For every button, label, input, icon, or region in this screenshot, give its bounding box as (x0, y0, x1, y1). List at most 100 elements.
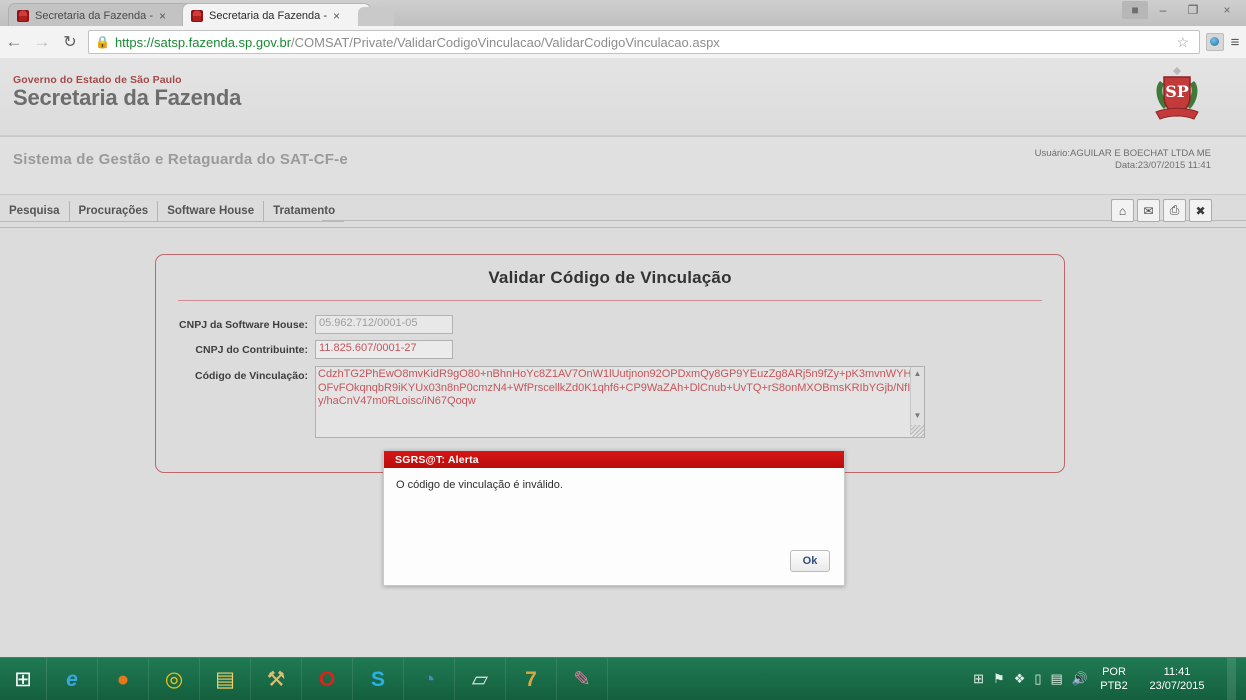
system-bar: Sistema de Gestão e Retaguarda do SAT-CF… (0, 136, 1246, 195)
taskbar-item-skype[interactable]: S (353, 658, 404, 700)
scroll-up-icon[interactable]: ▲ (911, 367, 924, 379)
user-info: Usuário:AGUILAR E BOECHAT LTDA ME Data:2… (1035, 148, 1211, 172)
forward-icon[interactable]: → (28, 32, 56, 52)
browser-tab-1-title: Secretaria da Fazenda - G (35, 9, 153, 22)
notepad-icon: ▱ (471, 667, 489, 691)
menu-item-procuracoes[interactable]: Procurações (70, 201, 159, 221)
sp-coat-of-arms-icon: SP (1148, 63, 1206, 129)
mail-icon[interactable]: ✉ (1137, 199, 1160, 222)
browser-toolbar: ← → ↻ 🔒 https://satsp.fazenda.sp.gov.br /… (0, 26, 1246, 59)
system-tray: ⊞ ⚑ ❖ ▯ ▤ 🔊 POR PTB2 11:41 23/07/2015 (973, 658, 1246, 700)
network-icon[interactable]: ▤ (1051, 671, 1063, 687)
user-profile-icon[interactable]: ■ (1122, 1, 1148, 19)
field-row-codigo: Código de Vinculação: CdzhTG2PhEwO8mvKid… (156, 366, 1064, 438)
sevenzip-icon: 7 (525, 667, 537, 691)
navigation-menu-bar: Pesquisa Procurações Software House Trat… (0, 195, 1246, 228)
browser-tab-2-title: Secretaria da Fazenda - G (209, 9, 327, 22)
taskbar-item-chrome[interactable]: ◎ (149, 658, 200, 700)
firefox-icon: ● (116, 667, 130, 691)
home-icon[interactable]: ⌂ (1111, 199, 1134, 222)
sp-crest-favicon (17, 9, 29, 22)
bookmark-star-icon[interactable]: ☆ (1176, 34, 1189, 51)
taskbar-item-tools[interactable]: ⚒ (251, 658, 302, 700)
codigo-textarea[interactable]: CdzhTG2PhEwO8mvKidR9gO80+nBhnHoYc8Z1AV7O… (315, 366, 925, 438)
taskbar-item-sevenzip[interactable]: 7 (506, 658, 557, 700)
language-bottom: PTB2 (1100, 680, 1128, 692)
close-icon[interactable]: ✖ (1189, 199, 1212, 222)
date-line: Data:23/07/2015 11:41 (1115, 160, 1211, 171)
url-path: /COMSAT/Private/ValidarCodigoVinculacao/… (291, 34, 720, 50)
clock[interactable]: 11:41 23/07/2015 (1140, 665, 1214, 693)
skype-icon: S (370, 667, 385, 691)
window-close-button[interactable]: × (1208, 0, 1246, 20)
browser-tab-strip: Secretaria da Fazenda - G × Secretaria d… (0, 0, 1246, 27)
print-icon[interactable]: ⎙ (1163, 199, 1186, 222)
taskbar-item-thunderbird[interactable]: ◔ (404, 658, 455, 700)
browser-tab-1-close-icon[interactable]: × (159, 10, 166, 22)
codigo-label: Código de Vinculação: (195, 370, 308, 382)
user-name-line: Usuário:AGUILAR E BOECHAT LTDA ME (1034, 148, 1211, 159)
navigation-menu: Pesquisa Procurações Software House Trat… (0, 201, 345, 222)
page-tool-icons: ⌂ ✉ ⎙ ✖ (1111, 199, 1212, 222)
contribuinte-input[interactable]: 11.825.607/0001-27 (315, 340, 453, 359)
thunderbird-icon: ◔ (422, 667, 436, 691)
reload-icon[interactable]: ↻ (56, 32, 84, 52)
taskbar-item-internet-explorer[interactable]: e (47, 658, 98, 700)
taskbar-item-file-explorer[interactable]: ▤ (200, 658, 251, 700)
menu-item-pesquisa[interactable]: Pesquisa (0, 201, 70, 221)
opera-icon: O (318, 667, 336, 691)
taskbar-item-paint[interactable]: ✎ (557, 658, 608, 700)
new-tab-button[interactable] (358, 7, 394, 26)
field-row-software-house: CNPJ da Software House: 05.962.712/0001-… (156, 315, 1064, 334)
internet-explorer-icon: e (66, 667, 78, 691)
extension-icon[interactable] (1206, 33, 1224, 51)
menu-item-tratamento[interactable]: Tratamento (264, 201, 344, 221)
browser-tab-2[interactable]: Secretaria da Fazenda - G × (182, 3, 371, 27)
address-bar[interactable]: 🔒 https://satsp.fazenda.sp.gov.br/COMSAT… (88, 30, 1200, 54)
field-row-contribuinte: CNPJ do Contribuinte: 11.825.607/0001-27 (156, 340, 1064, 359)
restore-button[interactable]: ❐ (1178, 0, 1208, 20)
menu-bar-filler (322, 220, 1246, 221)
web-page: Governo do Estado de São Paulo Secretari… (0, 58, 1246, 658)
chrome-menu-icon[interactable]: ≡ (1224, 34, 1246, 51)
alert-dialog: SGRS@T: Alerta O código de vinculação é … (383, 450, 845, 586)
codigo-textarea-wrapper: CdzhTG2PhEwO8mvKidR9gO80+nBhnHoYc8Z1AV7O… (315, 366, 925, 438)
windows-logo-icon: ⊞ (14, 667, 32, 691)
action-center-icon[interactable]: ⊞ (973, 671, 984, 687)
file-explorer-icon: ▤ (215, 667, 235, 691)
flag-icon[interactable]: ⚑ (993, 671, 1005, 687)
show-desktop-button[interactable] (1227, 658, 1236, 700)
software-house-label: CNPJ da Software House: (179, 319, 308, 331)
windows-taskbar: ⊞ e ● ◎ ▤ ⚒ O S ◔ ▱ 7 ✎ ⊞ ⚑ ❖ ▯ ▤ 🔊 POR … (0, 657, 1246, 700)
taskbar-item-firefox[interactable]: ● (98, 658, 149, 700)
browser-tab-1[interactable]: Secretaria da Fazenda - G × (8, 3, 193, 27)
browser-tab-2-close-icon[interactable]: × (333, 10, 340, 22)
clock-time: 11:41 (1163, 666, 1191, 678)
textarea-resize-grip[interactable] (911, 425, 924, 438)
start-button[interactable]: ⊞ (0, 658, 47, 700)
organization-title: Secretaria da Fazenda (13, 85, 242, 110)
alert-ok-button[interactable]: Ok (790, 550, 830, 572)
menu-item-software-house-label: Software House (167, 205, 255, 217)
alert-dialog-message: O código de vinculação é inválido. (396, 479, 563, 491)
minimize-button[interactable]: – (1148, 0, 1178, 20)
title-divider (178, 300, 1042, 301)
contribuinte-label: CNPJ do Contribuinte: (195, 344, 308, 356)
menu-item-software-house[interactable]: Software House (158, 201, 265, 221)
alert-dialog-title-bar: SGRS@T: Alerta (384, 451, 844, 468)
language-indicator[interactable]: POR PTB2 (1097, 665, 1131, 693)
battery-icon[interactable]: ▯ (1034, 671, 1041, 687)
clock-date: 23/07/2015 (1149, 680, 1205, 692)
back-icon[interactable]: ← (0, 32, 28, 52)
lock-icon: 🔒 (95, 35, 110, 49)
taskbar-item-notepad[interactable]: ▱ (455, 658, 506, 700)
antivirus-icon[interactable]: ❖ (1014, 671, 1026, 687)
sp-crest-favicon (191, 9, 203, 22)
page-title: Validar Código de Vinculação (488, 268, 732, 287)
menu-item-procuracoes-label: Procurações (78, 205, 149, 217)
language-top: POR (1102, 666, 1126, 678)
taskbar-item-opera[interactable]: O (302, 658, 353, 700)
volume-icon[interactable]: 🔊 (1072, 671, 1088, 687)
scroll-down-icon[interactable]: ▼ (911, 409, 924, 421)
software-house-input[interactable]: 05.962.712/0001-05 (315, 315, 453, 334)
